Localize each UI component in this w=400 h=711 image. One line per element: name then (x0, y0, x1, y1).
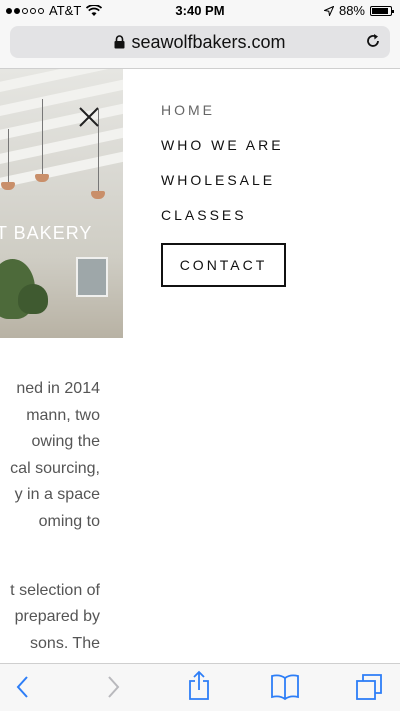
reload-icon[interactable] (364, 32, 382, 50)
nav-item-home[interactable]: HOME (161, 102, 284, 120)
hero-image: T BAKERY (0, 69, 123, 338)
nav-item-wholesale[interactable]: WHOLESALE (161, 172, 284, 190)
battery-icon (370, 5, 394, 16)
url-text: seawolfbakers.com (131, 32, 286, 52)
browser-address-area: seawolfbakers.com (0, 22, 400, 69)
battery-percent: 88% (338, 3, 365, 18)
url-display[interactable]: seawolfbakers.com (10, 32, 390, 53)
nav-item-who-we-are[interactable]: WHO WE ARE (161, 137, 284, 155)
forward-icon[interactable] (104, 674, 122, 700)
address-bar[interactable]: seawolfbakers.com (10, 26, 390, 58)
lock-icon (114, 35, 125, 49)
tabs-icon[interactable] (355, 673, 383, 701)
back-icon[interactable] (14, 674, 32, 700)
close-icon[interactable] (79, 107, 99, 127)
share-icon[interactable] (187, 670, 211, 702)
body-line: ned in 2014 (16, 380, 100, 397)
status-bar: AT&T 3:40 PM 88% (0, 0, 400, 22)
status-right: 88% (323, 3, 394, 18)
browser-toolbar (0, 663, 400, 711)
body-text: ned in 2014 mann, two owing the cal sour… (0, 376, 100, 657)
body-line: oming to (38, 512, 100, 530)
bookmarks-icon[interactable] (270, 673, 300, 701)
hero-title-partial: T BAKERY (0, 223, 93, 243)
body-line: cal sourcing, (10, 459, 100, 477)
battery-fill (372, 7, 388, 14)
location-arrow-icon (323, 5, 334, 16)
nav-menu: HOME WHO WE ARE WHOLESALE CLASSES (161, 102, 284, 242)
body-line: mann, two (26, 406, 100, 424)
body-line: owing the (31, 433, 101, 450)
body-line: prepared by (14, 608, 100, 625)
nav-item-classes[interactable]: CLASSES (161, 207, 284, 225)
body-line: y in a space (14, 486, 100, 503)
body-line: sons. The (30, 634, 100, 652)
body-line: t selection of (10, 581, 100, 599)
contact-button[interactable]: CONTACT (161, 243, 286, 287)
